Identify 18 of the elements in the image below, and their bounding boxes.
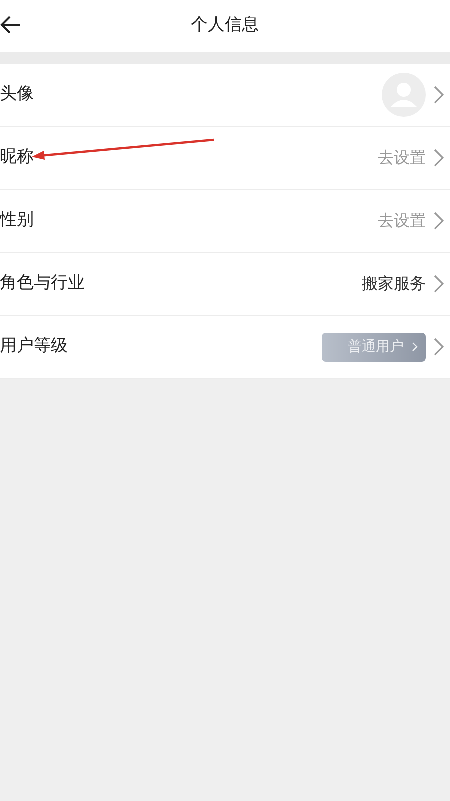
page-title: 个人信息 [191, 14, 259, 38]
row-value: 去设置 [378, 210, 426, 232]
row-value: 搬家服务 [362, 273, 426, 295]
chevron-icon [434, 149, 444, 167]
chevron-icon [434, 86, 444, 104]
chevron-icon [434, 338, 444, 356]
settings-row[interactable]: 角色与行业 搬家服务 [0, 253, 450, 316]
row-value: 去设置 [378, 147, 426, 169]
row-label: 头像 [0, 83, 34, 106]
settings-row[interactable]: 用户等级 普通用户 [0, 316, 450, 379]
row-label: 角色与行业 [0, 272, 85, 296]
settings-row[interactable]: 昵称 去设置 [0, 127, 450, 190]
row-label: 用户等级 [0, 335, 68, 358]
settings-row[interactable]: 头像 [0, 64, 450, 127]
level-badge: 普通用户 [322, 332, 426, 362]
row-label: 昵称 [0, 146, 34, 170]
chevron-icon [434, 275, 444, 293]
chevron-icon [434, 212, 444, 230]
